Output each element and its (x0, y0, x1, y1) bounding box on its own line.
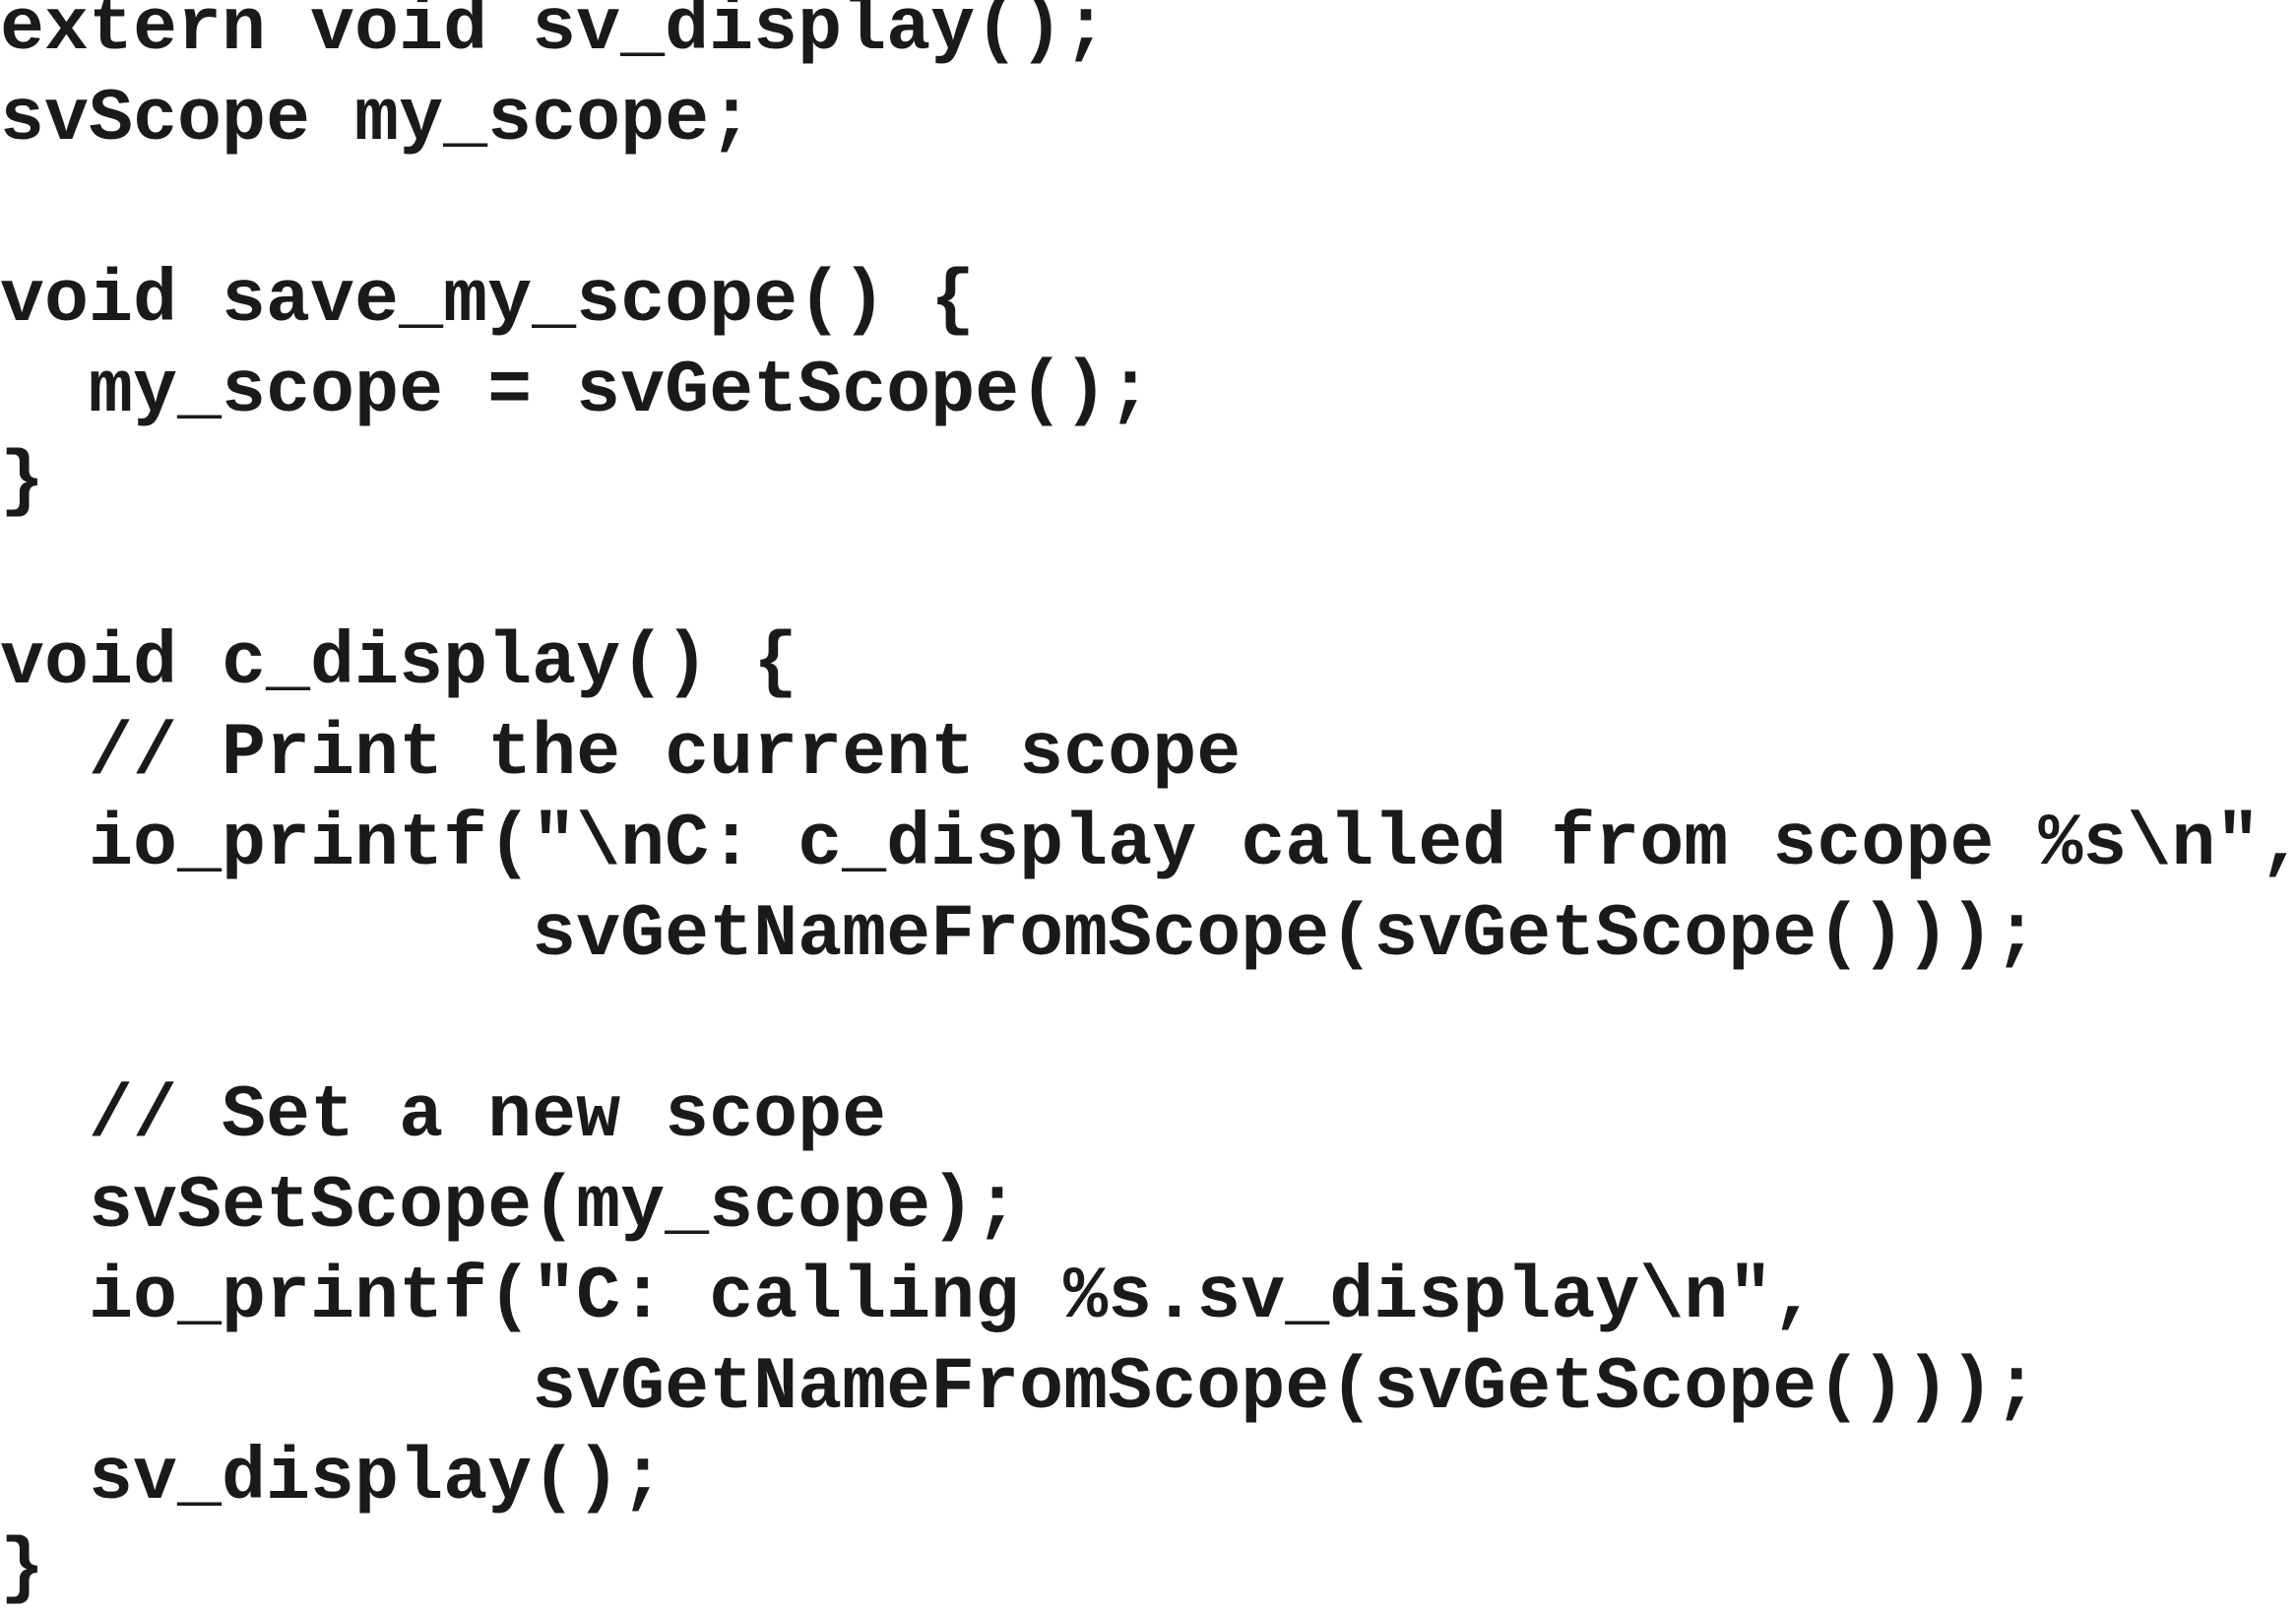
code-line-scope-var: svScope my_scope; (0, 78, 754, 162)
code-line-display-fn-header: void c_display() { (0, 621, 798, 705)
code-line-printf-1-arg: svGetNameFromScope(svGetScope())); (0, 893, 2039, 977)
code-line-printf-2-arg: svGetNameFromScope(svGetScope())); (0, 1346, 2039, 1430)
code-line-save-fn-body: my_scope = svGetScope(); (0, 350, 1153, 433)
code-line-set-scope: svSetScope(my_scope); (0, 1165, 1020, 1249)
code-line-save-fn-close: } (0, 440, 45, 524)
code-line-sv-display-call: sv_display(); (0, 1437, 666, 1520)
code-line-comment-set: // Set a new scope (0, 1074, 887, 1158)
code-line-printf-2: io_printf("C: calling %s.sv_display\n", (0, 1256, 1818, 1339)
code-listing: extern void sv_display(); svScope my_sco… (0, 0, 2296, 1611)
code-line-comment-print: // Print the current scope (0, 712, 1242, 796)
code-line-printf-1: io_printf("\nC: c_display called from sc… (0, 803, 2296, 886)
code-line-display-fn-close: } (0, 1527, 45, 1611)
code-line-save-fn-header: void save_my_scope() { (0, 259, 976, 343)
code-line-extern-decl: extern void sv_display(); (0, 0, 1109, 71)
